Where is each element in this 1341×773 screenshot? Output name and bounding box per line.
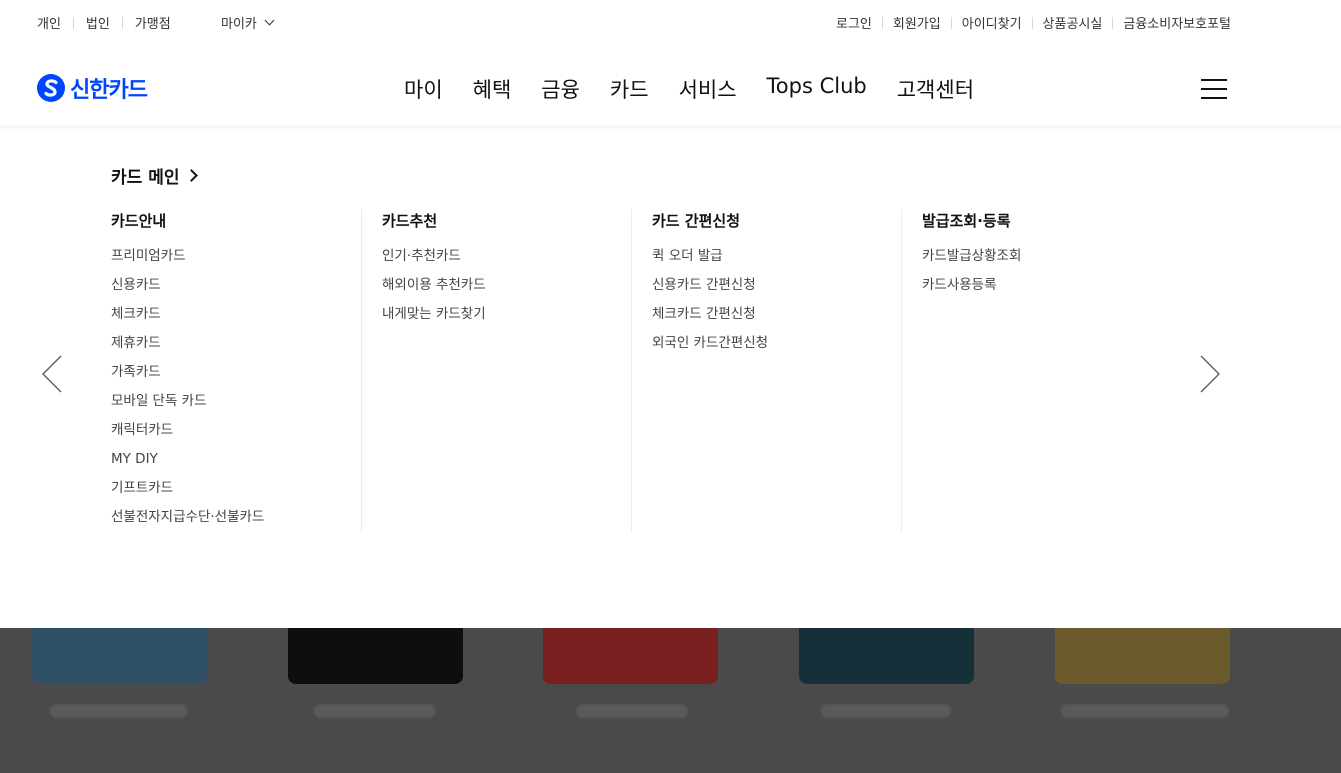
divider <box>1031 16 1033 29</box>
menu-column-card-recommend: 카드추천 인기·추천카드 해외이용 추천카드 내게맞는 카드찾기 <box>361 209 632 533</box>
card-thumbnail <box>543 628 718 684</box>
chevron-right-icon <box>1200 355 1220 393</box>
divider <box>881 16 883 29</box>
signup-link[interactable]: 회원가입 <box>893 13 941 32</box>
divider <box>950 16 952 29</box>
card-main-link[interactable]: 카드 메인 <box>111 163 199 188</box>
card-main-label: 카드 메인 <box>111 168 180 188</box>
card-caption <box>576 704 688 718</box>
chevron-down-icon <box>264 15 275 26</box>
product-disclosure-link[interactable]: 상품공시실 <box>1043 13 1103 32</box>
card-caption <box>821 704 951 718</box>
next-button[interactable] <box>1200 355 1220 393</box>
menu-item[interactable]: 신용카드 간편신청 <box>652 276 902 305</box>
prev-button[interactable] <box>42 355 62 393</box>
divider <box>1112 16 1114 29</box>
column-title: 카드추천 <box>382 212 438 230</box>
card-caption <box>1061 704 1229 718</box>
brand-logo[interactable]: 신한카드 <box>37 72 148 104</box>
nav-item-finance[interactable]: 금융 <box>541 74 580 104</box>
segment-merchant-link[interactable]: 가맹점 <box>135 13 171 32</box>
myca-dropdown[interactable]: 마이카 <box>221 13 275 32</box>
nav-item-my[interactable]: 마이 <box>404 74 443 104</box>
dimmed-overlay[interactable] <box>0 628 1341 773</box>
menu-item[interactable]: 모바일 단독 카드 <box>111 392 361 421</box>
menu-item[interactable]: MY DIY <box>111 450 361 479</box>
nav-item-tops-club[interactable]: Tops Club <box>767 74 867 104</box>
menu-item[interactable]: 선불전자지급수단·선불카드 <box>111 508 361 537</box>
menu-item[interactable]: 제휴카드 <box>111 334 361 363</box>
card-thumbnail <box>32 628 207 684</box>
myca-label: 마이카 <box>221 17 257 32</box>
menu-item[interactable]: 카드사용등록 <box>922 276 1172 305</box>
segment-links: 개인 법인 가맹점 <box>37 13 171 32</box>
menu-item[interactable]: 캐릭터카드 <box>111 421 361 450</box>
menu-item[interactable]: 신용카드 <box>111 276 361 305</box>
menu-item[interactable]: 퀵 오더 발급 <box>652 247 902 276</box>
menu-item[interactable]: 가족카드 <box>111 363 361 392</box>
shinhan-logo-icon <box>37 74 65 102</box>
column-title: 발급조회·등록 <box>922 212 1011 230</box>
global-nav: 신한카드 마이 혜택 금융 카드 서비스 Tops Club 고객센터 <box>0 44 1341 126</box>
menu-column-card-quick-apply: 카드 간편신청 퀵 오더 발급 신용카드 간편신청 체크카드 간편신청 외국인 … <box>631 209 902 533</box>
column-title: 카드 간편신청 <box>652 212 741 230</box>
segment-corporate-link[interactable]: 법인 <box>86 13 110 32</box>
nav-item-benefits[interactable]: 혜택 <box>473 74 512 104</box>
menu-item[interactable]: 기프트카드 <box>111 479 361 508</box>
utility-bar: 개인 법인 가맹점 마이카 로그인 회원가입 아이디찾기 상품공시실 금융소비자… <box>0 0 1341 44</box>
chevron-right-icon <box>185 169 199 182</box>
menu-item[interactable]: 카드발급상황조회 <box>922 247 1172 276</box>
brand-name: 신한카드 <box>70 78 148 103</box>
account-links: 로그인 회원가입 아이디찾기 상품공시실 금융소비자보호포털 <box>836 13 1231 32</box>
chevron-left-icon <box>42 355 62 393</box>
card-thumbnail <box>1055 628 1230 684</box>
nav-item-card[interactable]: 카드 <box>610 74 649 104</box>
nav-item-service[interactable]: 서비스 <box>679 74 737 104</box>
login-link[interactable]: 로그인 <box>836 13 872 32</box>
menu-item[interactable]: 체크카드 <box>111 305 361 334</box>
menu-item[interactable]: 체크카드 간편신청 <box>652 305 902 334</box>
menu-item[interactable]: 프리미엄카드 <box>111 247 361 276</box>
divider <box>121 16 123 29</box>
menu-item[interactable]: 인기·추천카드 <box>382 247 632 276</box>
menu-item[interactable]: 내게맞는 카드찾기 <box>382 305 632 334</box>
nav-item-customer-center[interactable]: 고객센터 <box>897 74 974 104</box>
card-caption <box>314 704 436 718</box>
card-thumbnail <box>288 628 463 684</box>
main-menu: 마이 혜택 금융 카드 서비스 Tops Club 고객센터 <box>404 74 1004 104</box>
card-caption <box>50 704 188 718</box>
menu-item[interactable]: 해외이용 추천카드 <box>382 276 632 305</box>
menu-column-issue-register: 발급조회·등록 카드발급상황조회 카드사용등록 <box>901 209 1172 533</box>
hamburger-icon[interactable] <box>1201 79 1227 99</box>
segment-personal-link[interactable]: 개인 <box>37 13 61 32</box>
find-id-link[interactable]: 아이디찾기 <box>962 13 1022 32</box>
consumer-protection-link[interactable]: 금융소비자보호포털 <box>1123 13 1231 32</box>
column-title: 카드안내 <box>111 212 167 230</box>
menu-column-card-guide: 카드안내 프리미엄카드 신용카드 체크카드 제휴카드 가족카드 모바일 단독 카… <box>111 209 361 533</box>
card-thumbnail <box>799 628 974 684</box>
menu-item[interactable]: 외국인 카드간편신청 <box>652 334 902 363</box>
divider <box>72 16 74 29</box>
card-mega-menu: 카드 메인 카드안내 프리미엄카드 신용카드 체크카드 제휴카드 가족카드 모바… <box>0 126 1341 629</box>
